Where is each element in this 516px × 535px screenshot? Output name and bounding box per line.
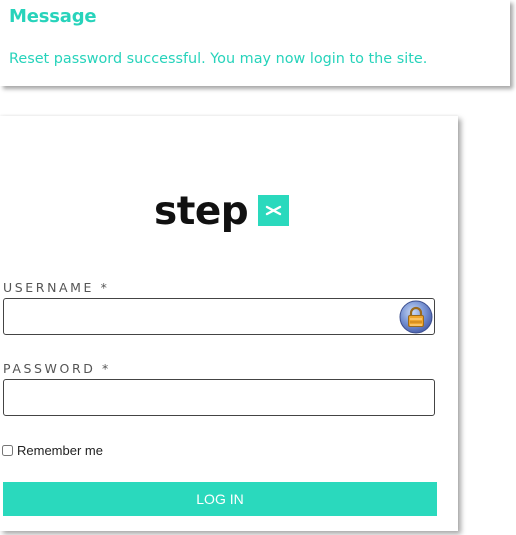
x-mark-icon — [258, 195, 290, 226]
password-label: PASSWORD * — [3, 361, 111, 376]
username-input[interactable] — [3, 298, 435, 335]
password-input[interactable] — [3, 379, 435, 416]
remember-me[interactable]: Remember me — [2, 442, 103, 458]
remember-me-checkbox[interactable] — [2, 444, 13, 456]
username-label: USERNAME * — [3, 280, 110, 295]
message-text: Reset password successful. You may now l… — [9, 51, 428, 67]
logo: step — [154, 189, 290, 240]
logo-text: step — [154, 189, 249, 234]
lock-icon[interactable] — [399, 300, 433, 334]
remember-me-label: Remember me — [17, 442, 103, 458]
login-card: step USERNAME * PASSWORD * Remember me L… — [0, 116, 458, 531]
message-title: Message — [9, 6, 97, 27]
message-box: Message Reset password successful. You m… — [0, 0, 510, 86]
login-button[interactable]: LOG IN — [3, 482, 437, 516]
